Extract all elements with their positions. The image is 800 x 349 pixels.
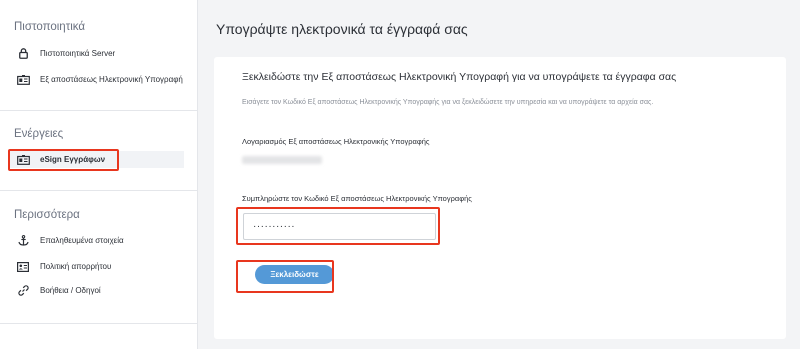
sidebar-item-label: Βοήθεια / Οδηγοί — [40, 286, 101, 295]
sidebar-item-label: Εξ αποστάσεως Ηλεκτρονική Υπογραφή — [40, 75, 183, 84]
section-title-more: Περισσότερα — [14, 209, 80, 221]
highlight-unlock-button — [236, 260, 334, 293]
main-content: Υπογράψτε ηλεκτρονικά τα έγγραφά σας Ξεκ… — [199, 0, 800, 349]
sidebar: Πιστοποιητικά Πιστοποιητικά Server Εξ απ… — [0, 0, 198, 349]
sidebar-item-verified-data[interactable]: Επαληθευμένα στοιχεία — [8, 232, 184, 249]
sidebar-divider — [0, 323, 198, 324]
sidebar-divider — [0, 190, 198, 191]
section-title-actions: Ενέργειες — [14, 128, 64, 140]
unlock-signature-card: Ξεκλειδώστε την Εξ αποστάσεως Ηλεκτρονικ… — [214, 57, 786, 339]
id-card-icon — [16, 74, 30, 86]
lock-icon — [16, 48, 30, 60]
link-icon — [16, 285, 30, 297]
address-card-icon — [16, 261, 30, 273]
password-label: Συμπληρώστε τον Κωδικό Εξ αποστάσεως Ηλε… — [242, 194, 472, 203]
sidebar-item-remote-signature[interactable]: Εξ αποστάσεως Ηλεκτρονική Υπογραφή — [8, 71, 184, 88]
sidebar-item-label: Πιστοποιητικά Server — [40, 49, 116, 58]
page-title: Υπογράψτε ηλεκτρονικά τα έγγραφά σας — [216, 21, 468, 37]
highlight-password-input — [236, 207, 440, 245]
section-title-certificates: Πιστοποιητικά — [14, 21, 86, 33]
sidebar-item-label: Πολιτική απορρήτου — [40, 262, 112, 271]
sidebar-item-help-guides[interactable]: Βοήθεια / Οδηγοί — [8, 282, 184, 299]
card-description: Εισάγετε τον Κωδικό Εξ αποστάσεως Ηλεκτρ… — [242, 99, 654, 106]
sidebar-divider — [0, 110, 198, 111]
sidebar-item-label: Επαληθευμένα στοιχεία — [40, 236, 124, 245]
sidebar-item-server-certificates[interactable]: Πιστοποιητικά Server — [8, 45, 184, 62]
account-value-redacted — [242, 156, 322, 164]
sidebar-item-privacy-policy[interactable]: Πολιτική απορρήτου — [8, 258, 184, 275]
anchor-icon — [16, 235, 30, 247]
card-title: Ξεκλειδώστε την Εξ αποστάσεως Ηλεκτρονικ… — [242, 71, 677, 83]
highlight-esign-item — [8, 149, 119, 171]
account-label: Λογαριασμός Εξ αποστάσεως Ηλεκτρονικής Υ… — [242, 137, 430, 146]
